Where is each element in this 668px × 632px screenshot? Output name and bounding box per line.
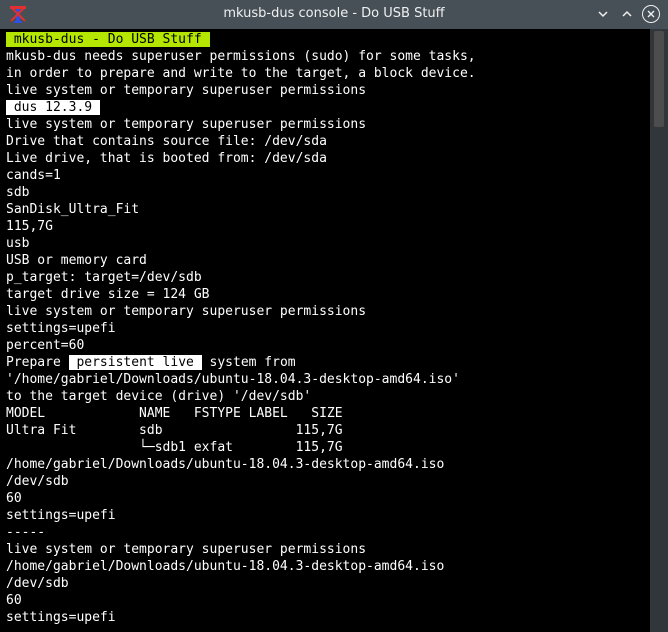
terminal-line: mkusb-dus needs superuser permissions (s…: [6, 48, 476, 65]
window-title: mkusb-dus console - Do USB Stuff: [223, 6, 445, 21]
terminal-line: dus 12.3.9: [6, 99, 100, 116]
terminal-text: live system or temporary superuser permi…: [6, 83, 367, 98]
terminal-text: USB or memory card: [6, 253, 147, 268]
chevron-down-icon[interactable]: [594, 5, 612, 23]
terminal-text: p_target: target=/dev/sdb: [6, 270, 202, 285]
terminal-text: 60: [6, 593, 22, 608]
terminal-line: └─sdb1 exfat 115,7G: [6, 439, 343, 456]
scrollbar-thumb[interactable]: [654, 31, 664, 127]
terminal-text: live system or temporary superuser permi…: [6, 542, 367, 557]
terminal-text: live system or temporary superuser permi…: [6, 304, 367, 319]
terminal-text: target drive size = 124 GB: [6, 287, 210, 302]
terminal-text: Drive that contains source file: /dev/sd…: [6, 134, 327, 149]
terminal-line: MODEL NAME FSTYPE LABEL SIZE: [6, 405, 343, 422]
terminal-line: Prepare persistent live system from: [6, 354, 296, 371]
terminal-line: in order to prepare and write to the tar…: [6, 65, 476, 82]
terminal-line: sdb: [6, 184, 29, 201]
terminal-line: live system or temporary superuser permi…: [6, 116, 366, 133]
terminal-line: mkusb-dus - Do USB Stuff: [6, 31, 210, 48]
terminal-text: to the target device (drive) '/dev/sdb': [6, 389, 312, 404]
terminal-text: 60: [6, 491, 22, 506]
terminal-line: /home/gabriel/Downloads/ubuntu-18.04.3-d…: [6, 456, 444, 473]
close-icon[interactable]: [642, 5, 660, 23]
terminal-text: /dev/sdb: [6, 576, 69, 591]
terminal-line: /dev/sdb: [6, 575, 69, 592]
terminal-text: /home/gabriel/Downloads/ubuntu-18.04.3-d…: [6, 457, 445, 472]
terminal-text: MODEL NAME FSTYPE LABEL SIZE: [6, 406, 343, 421]
title-bar[interactable]: mkusb-dus console - Do USB Stuff: [0, 0, 668, 29]
terminal-line: 60: [6, 490, 22, 507]
terminal-line: cands=1: [6, 167, 61, 184]
terminal-text: '/home/gabriel/Downloads/ubuntu-18.04.3-…: [6, 372, 460, 387]
terminal-line: SanDisk_Ultra_Fit: [6, 201, 139, 218]
terminal-line: live system or temporary superuser permi…: [6, 82, 366, 99]
terminal-line: settings=upefi: [6, 507, 116, 524]
highlighted-text: dus 12.3.9: [6, 100, 100, 115]
terminal-text: percent=60: [6, 338, 85, 353]
terminal-text: cands=1: [6, 168, 61, 183]
vertical-scrollbar[interactable]: [650, 29, 668, 632]
terminal-text: settings=upefi: [6, 321, 116, 336]
terminal-window: mkusb-dus console - Do USB Stuff mkusb-d…: [0, 0, 668, 632]
terminal-line: Live drive, that is booted from: /dev/sd…: [6, 150, 327, 167]
terminal-text: 115,7G: [6, 219, 53, 234]
terminal-text: SanDisk_Ultra_Fit: [6, 202, 140, 217]
terminal-line: usb: [6, 235, 29, 252]
terminal-text: Live drive, that is booted from: /dev/sd…: [6, 151, 327, 166]
chevron-up-icon[interactable]: [618, 5, 636, 23]
terminal-line: 115,7G: [6, 218, 53, 235]
terminal-text: Ultra Fit sdb 115,7G: [6, 423, 343, 438]
terminal-output[interactable]: mkusb-dus - Do USB Stuff mkusb-dus needs…: [1, 29, 650, 632]
terminal-text: usb: [6, 236, 30, 251]
terminal-text: settings=upefi: [6, 508, 116, 523]
terminal-line: -----: [6, 524, 45, 541]
terminal-line: Drive that contains source file: /dev/sd…: [6, 133, 327, 150]
terminal-line: /dev/sdb: [6, 473, 69, 490]
terminal-line: '/home/gabriel/Downloads/ubuntu-18.04.3-…: [6, 371, 460, 388]
highlighted-text: mkusb-dus - Do USB Stuff: [6, 32, 210, 47]
terminal-line: USB or memory card: [6, 252, 147, 269]
terminal-text: Prepare: [6, 355, 69, 370]
terminal-line: 60: [6, 592, 22, 609]
terminal-text: system from: [201, 355, 296, 370]
terminal-line: Ultra Fit sdb 115,7G: [6, 422, 343, 439]
terminal-text: sdb: [6, 185, 30, 200]
terminal-line: to the target device (drive) '/dev/sdb': [6, 388, 311, 405]
terminal-line: settings=upefi: [6, 609, 116, 626]
terminal-line: /home/gabriel/Downloads/ubuntu-18.04.3-d…: [6, 558, 444, 575]
terminal-text: mkusb-dus needs superuser permissions (s…: [6, 49, 476, 64]
terminal-line: p_target: target=/dev/sdb: [6, 269, 202, 286]
terminal-line: settings=upefi: [6, 320, 116, 337]
terminal-text: └─sdb1 exfat 115,7G: [6, 440, 343, 455]
terminal-text: settings=upefi: [6, 610, 116, 625]
highlighted-text: persistent live: [68, 355, 202, 370]
terminal-text: /dev/sdb: [6, 474, 69, 489]
terminal-line: percent=60: [6, 337, 84, 354]
terminal-text: /home/gabriel/Downloads/ubuntu-18.04.3-d…: [6, 559, 445, 574]
terminal-text: live system or temporary superuser permi…: [6, 117, 367, 132]
terminal-line: target drive size = 124 GB: [6, 286, 210, 303]
terminal-text: in order to prepare and write to the tar…: [6, 66, 476, 81]
terminal-line: live system or temporary superuser permi…: [6, 303, 366, 320]
terminal-line: live system or temporary superuser permi…: [6, 541, 366, 558]
terminal-text: -----: [6, 525, 46, 540]
